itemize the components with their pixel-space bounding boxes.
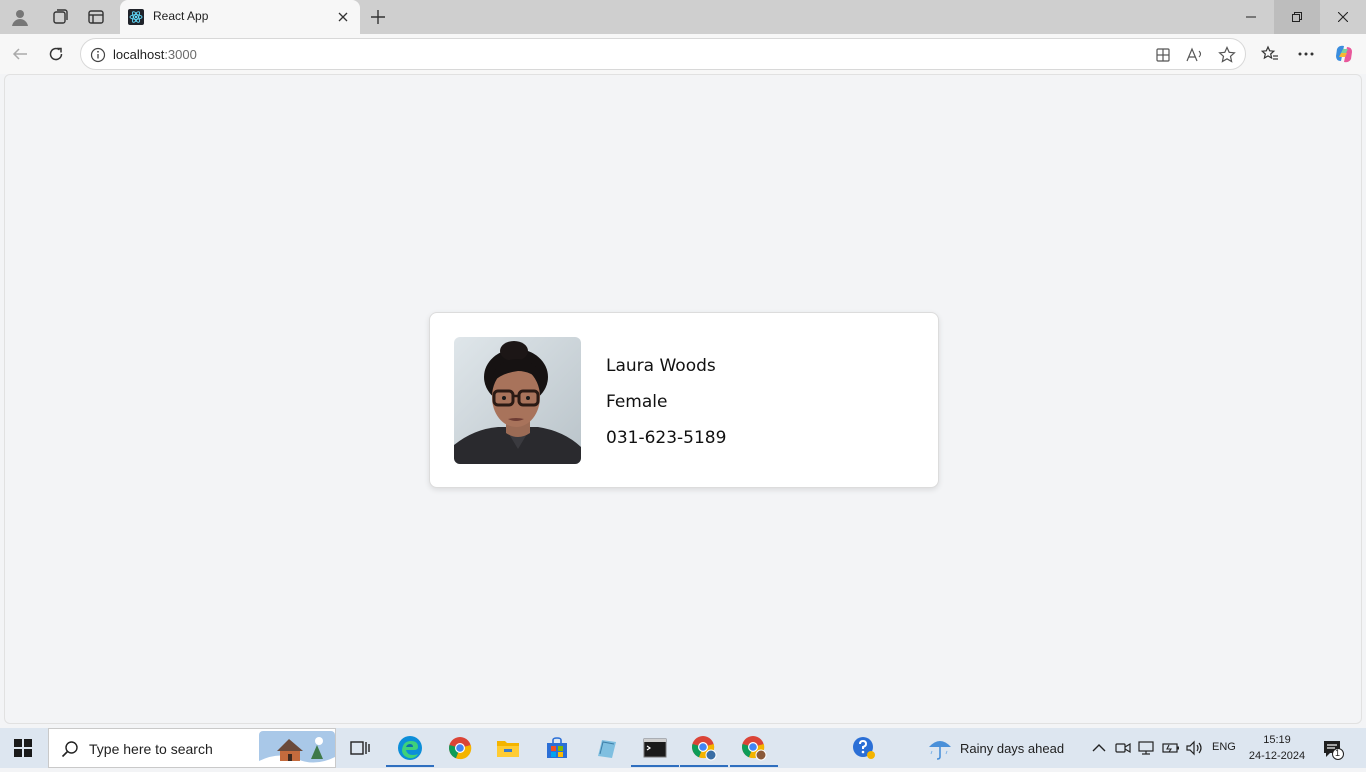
tab-title: React App bbox=[153, 9, 209, 23]
profile-icon[interactable] bbox=[8, 5, 32, 29]
windows-start-icon[interactable] bbox=[10, 736, 36, 760]
edge-icon[interactable] bbox=[386, 734, 434, 767]
chrome-profile-1-icon[interactable] bbox=[680, 734, 728, 767]
react-favicon-icon bbox=[128, 9, 144, 25]
minimize-icon[interactable] bbox=[1228, 0, 1274, 34]
terminal-icon[interactable] bbox=[631, 734, 679, 767]
taskbar: Type here to search Rainy days ahead ENG… bbox=[0, 728, 1366, 768]
taskbar-search-box[interactable]: Type here to search bbox=[48, 728, 336, 768]
search-highlight-image bbox=[259, 731, 335, 767]
chrome-profile-2-icon[interactable] bbox=[730, 734, 778, 767]
microsoft-store-icon[interactable] bbox=[543, 734, 571, 762]
site-info-icon[interactable] bbox=[90, 47, 106, 63]
favorite-star-icon[interactable] bbox=[1217, 45, 1237, 65]
network-icon[interactable] bbox=[1138, 739, 1156, 757]
back-arrow-icon[interactable] bbox=[8, 42, 32, 66]
close-window-icon[interactable] bbox=[1320, 0, 1366, 34]
chrome-profile-1-active-indicator bbox=[680, 765, 728, 767]
read-aloud-icon[interactable] bbox=[1185, 45, 1205, 65]
system-clock[interactable]: 15:19 24-12-2024 bbox=[1246, 732, 1308, 764]
page-viewport: Laura Woods Female 031-623-5189 bbox=[4, 74, 1362, 724]
clock-time: 15:19 bbox=[1263, 734, 1291, 746]
new-tab-icon[interactable] bbox=[366, 5, 390, 29]
workspaces-icon[interactable] bbox=[48, 5, 72, 29]
more-options-icon[interactable] bbox=[1294, 42, 1318, 66]
profile-photo bbox=[454, 337, 581, 464]
profile-name: Laura Woods bbox=[606, 356, 716, 376]
language-indicator[interactable]: ENG bbox=[1212, 741, 1236, 753]
meet-now-icon[interactable] bbox=[1114, 739, 1132, 757]
favorites-icon[interactable] bbox=[1258, 42, 1282, 66]
weather-text[interactable]: Rainy days ahead bbox=[960, 741, 1064, 756]
vertical-tabs-icon[interactable] bbox=[84, 5, 108, 29]
chevron-up-icon[interactable] bbox=[1090, 739, 1108, 757]
battery-icon[interactable] bbox=[1162, 739, 1180, 757]
clock-date: 24-12-2024 bbox=[1248, 750, 1306, 762]
search-icon bbox=[61, 740, 79, 758]
file-explorer-icon[interactable] bbox=[494, 734, 522, 762]
copilot-icon[interactable] bbox=[1332, 42, 1356, 66]
search-placeholder: Type here to search bbox=[89, 741, 213, 757]
browser-navbar: localhost:3000 bbox=[0, 34, 1366, 74]
profile-phone: 031-623-5189 bbox=[606, 428, 727, 448]
restore-icon[interactable] bbox=[1274, 0, 1320, 34]
close-tab-icon[interactable] bbox=[334, 8, 352, 26]
notification-center-icon[interactable]: 1 bbox=[1322, 738, 1344, 760]
address-bar[interactable]: localhost:3000 bbox=[80, 38, 1246, 70]
url-text[interactable]: localhost:3000 bbox=[113, 47, 197, 62]
refresh-icon[interactable] bbox=[44, 42, 68, 66]
task-view-icon[interactable] bbox=[346, 734, 374, 762]
app-available-icon[interactable] bbox=[1153, 45, 1173, 65]
browser-titlebar: React App bbox=[0, 0, 1366, 34]
profile-info: Laura Woods Female 031-623-5189 bbox=[606, 353, 726, 461]
terminal-active-indicator bbox=[631, 765, 679, 767]
help-icon[interactable] bbox=[850, 734, 878, 762]
volume-icon[interactable] bbox=[1186, 739, 1204, 757]
profile-gender: Female bbox=[606, 392, 668, 412]
chrome-icon[interactable] bbox=[446, 734, 474, 762]
notepad-icon[interactable] bbox=[592, 734, 620, 762]
weather-umbrella-icon[interactable] bbox=[926, 734, 954, 762]
url-host: localhost bbox=[113, 47, 165, 62]
tab-react-app[interactable]: React App bbox=[120, 0, 360, 34]
chrome-profile-2-active-indicator bbox=[730, 765, 778, 767]
url-port: :3000 bbox=[164, 47, 197, 62]
notification-count: 1 bbox=[1335, 748, 1341, 758]
profile-card: Laura Woods Female 031-623-5189 bbox=[429, 312, 939, 488]
edge-active-indicator bbox=[386, 765, 434, 767]
